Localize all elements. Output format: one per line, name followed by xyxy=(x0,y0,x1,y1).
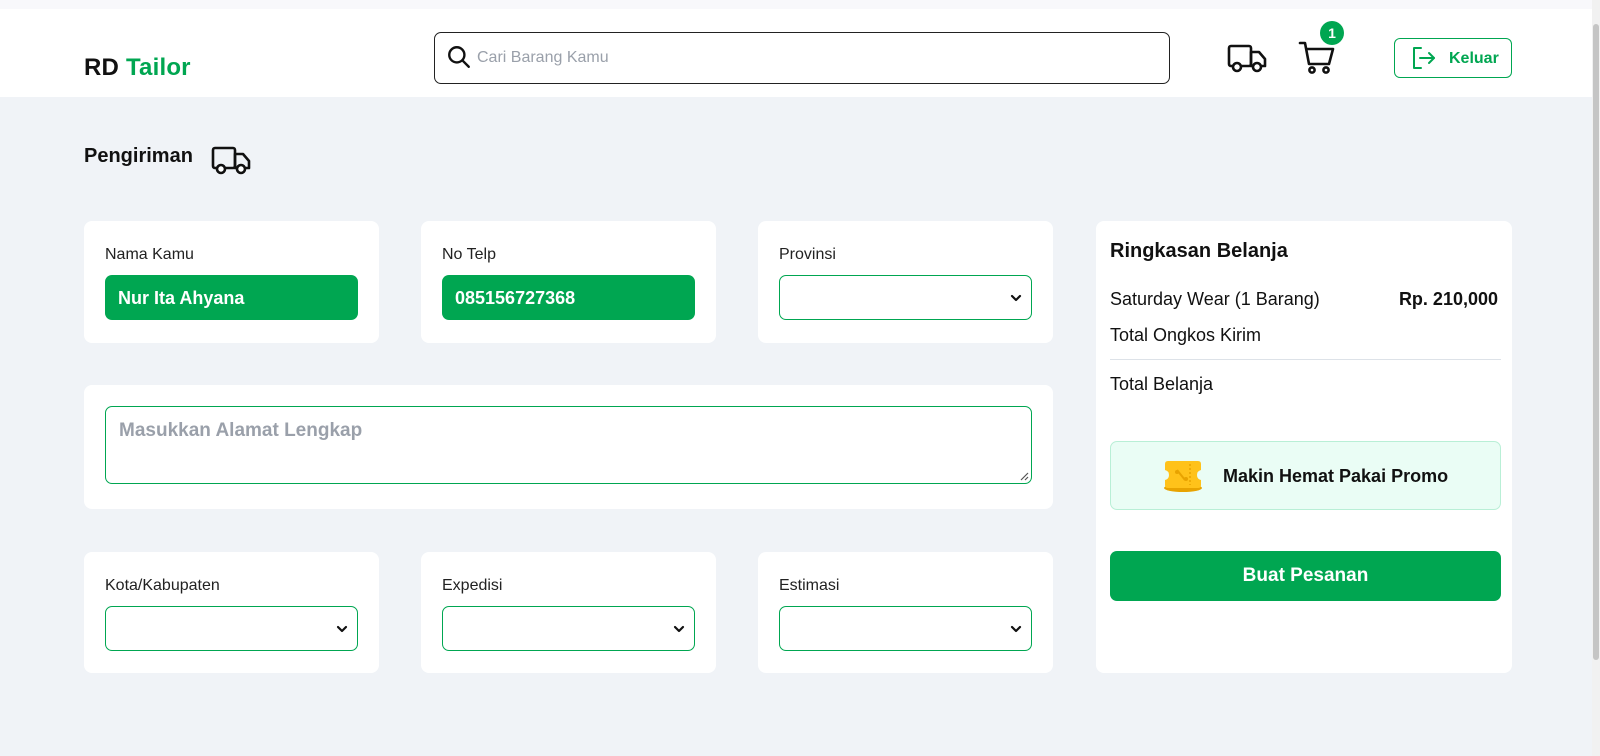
place-order-button[interactable]: Buat Pesanan xyxy=(1110,551,1501,601)
province-label: Provinsi xyxy=(779,246,836,263)
chevron-down-icon xyxy=(673,625,685,633)
summary-shipping-label: Total Ongkos Kirim xyxy=(1110,325,1262,345)
summary-item-price: Rp. 210,000 xyxy=(1398,289,1498,309)
chevron-down-icon xyxy=(336,625,348,633)
chevron-down-icon xyxy=(1010,294,1022,302)
page-scrollbar[interactable] xyxy=(1592,0,1600,756)
summary-divider xyxy=(1110,359,1501,360)
truck-icon xyxy=(211,146,251,175)
promo-banner[interactable]: Makin Hemat Pakai Promo xyxy=(1110,441,1501,510)
page-title: Pengiriman xyxy=(84,145,193,167)
summary-item-label: Saturday Wear (1 Barang) xyxy=(1110,289,1320,309)
chevron-down-icon xyxy=(1010,625,1022,633)
truck-icon[interactable] xyxy=(1227,41,1267,75)
logout-button[interactable]: Keluar xyxy=(1394,38,1512,78)
logo-text-rd: RD xyxy=(84,54,120,81)
search-bar[interactable] xyxy=(434,32,1170,84)
city-label: Kota/Kabupaten xyxy=(105,577,220,594)
name-card: Nama Kamu Nur Ita Ahyana xyxy=(84,221,379,343)
estimate-card: Estimasi xyxy=(758,552,1053,673)
address-input[interactable] xyxy=(106,407,1031,483)
summary-total-label: Total Belanja xyxy=(1110,374,1214,394)
order-summary-card: Ringkasan Belanja Saturday Wear (1 Baran… xyxy=(1096,221,1512,673)
summary-title: Ringkasan Belanja xyxy=(1110,240,1288,262)
province-card: Provinsi xyxy=(758,221,1053,343)
address-field-wrapper xyxy=(105,406,1032,484)
province-select[interactable] xyxy=(779,275,1032,320)
scrollbar-thumb[interactable] xyxy=(1593,24,1599,660)
estimate-select[interactable] xyxy=(779,606,1032,651)
city-card: Kota/Kabupaten xyxy=(84,552,379,673)
phone-card: No Telp 085156727368 xyxy=(421,221,716,343)
logout-icon xyxy=(1413,47,1435,69)
city-select[interactable] xyxy=(105,606,358,651)
logo-text-tailor: Tailor xyxy=(125,54,191,81)
cart-count-badge: 1 xyxy=(1320,21,1344,45)
courier-label: Expedisi xyxy=(442,577,503,594)
phone-label: No Telp xyxy=(442,246,496,263)
top-strip xyxy=(0,0,1600,9)
courier-card: Expedisi xyxy=(421,552,716,673)
phone-field[interactable]: 085156727368 xyxy=(442,275,695,320)
name-label: Nama Kamu xyxy=(105,246,194,263)
logout-label: Keluar xyxy=(1449,50,1499,67)
search-input[interactable] xyxy=(477,42,1157,74)
name-field[interactable]: Nur Ita Ahyana xyxy=(105,275,358,320)
search-icon xyxy=(448,46,470,68)
courier-select[interactable] xyxy=(442,606,695,651)
resize-handle-icon[interactable] xyxy=(1019,471,1029,481)
brand-logo[interactable]: RD Tailor xyxy=(84,54,191,82)
promo-ticket-icon xyxy=(1164,461,1202,492)
estimate-label: Estimasi xyxy=(779,577,840,594)
address-card xyxy=(84,385,1053,509)
promo-label: Makin Hemat Pakai Promo xyxy=(1223,466,1449,486)
